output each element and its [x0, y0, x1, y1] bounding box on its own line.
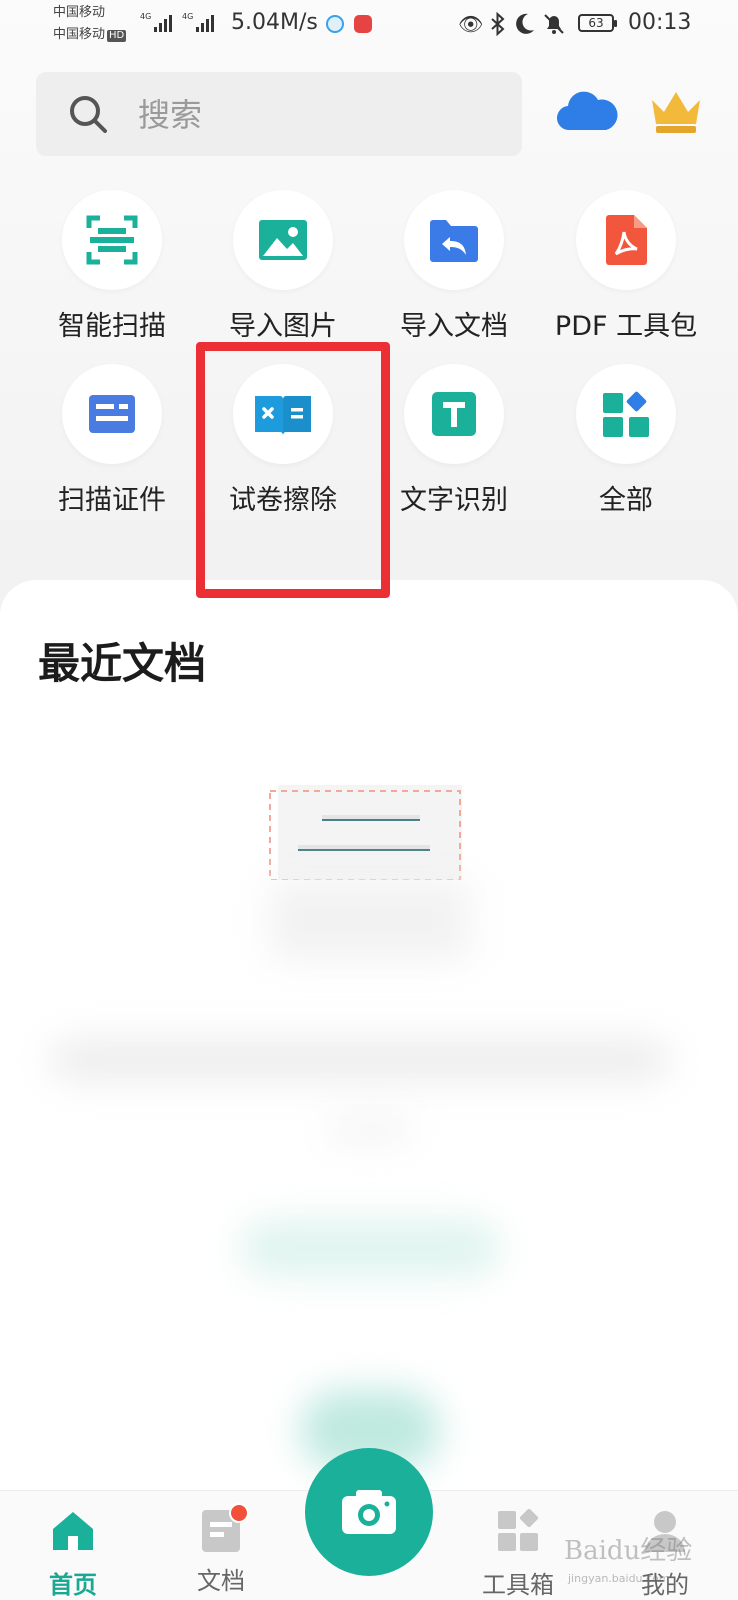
baidu-watermark-url: jingyan.baidu.com [568, 1572, 670, 1585]
nav-home-label: 首页 [49, 1571, 97, 1599]
all-apps-icon [603, 391, 649, 437]
notification-badge [229, 1503, 249, 1523]
camera-icon [342, 1490, 396, 1534]
nav-toolbox-label: 工具箱 [482, 1571, 554, 1599]
nav-toolbox[interactable]: 工具箱 [458, 1491, 578, 1600]
pdf-icon [606, 215, 647, 265]
baidu-watermark: Baidu经验 [564, 1536, 693, 1566]
document-nav-icon [199, 1503, 249, 1553]
text-recognition-icon [432, 392, 476, 436]
status-bar: 中国移动 中国移动 HD 4G 4G 5.04M/s 👁 63 00:13 [0, 0, 738, 50]
feature-all[interactable]: 全部 [541, 364, 711, 517]
nav-documents-label: 文档 [197, 1567, 245, 1595]
feature-import-doc-circle [404, 190, 504, 290]
search-icon [70, 96, 107, 133]
feature-smart-scan[interactable]: 智能扫描 [27, 190, 197, 343]
feature-pdf-tools[interactable]: PDF 工具包 [541, 190, 711, 343]
cloud-sync-icon[interactable] [556, 86, 618, 134]
feature-all-circle [576, 364, 676, 464]
hd-badge: HD [107, 30, 127, 42]
mute-bell-icon [542, 12, 566, 41]
blurred-button [240, 1220, 500, 1276]
recent-documents-panel: 最近文档 [0, 580, 738, 1600]
feature-label: 文字识别 [400, 485, 508, 516]
feature-id-scan[interactable]: 扫描证件 [27, 364, 197, 517]
browser-notification-icon [326, 15, 344, 33]
vip-crown-icon[interactable] [648, 86, 704, 136]
feature-import-image-circle [233, 190, 333, 290]
carrier-1: 中国移动 [53, 5, 106, 20]
home-icon [53, 1512, 93, 1550]
eye-icon: 👁 [458, 12, 484, 36]
reader-notification-icon [354, 15, 372, 33]
feature-label: 全部 [599, 485, 653, 516]
blurred-area [270, 880, 470, 960]
recent-documents-title: 最近文档 [38, 639, 207, 688]
nav-home[interactable]: 首页 [13, 1491, 133, 1600]
highlight-box [196, 342, 390, 598]
blurred-text-line [330, 1120, 410, 1140]
search-bar[interactable] [36, 72, 522, 158]
signal-icon-2: 4G [182, 12, 215, 32]
signal-icon: 4G [140, 12, 173, 32]
network-speed: 5.04M/s [231, 10, 318, 35]
feature-import-image[interactable]: 导入图片 [198, 190, 368, 343]
feature-label: PDF 工具包 [554, 311, 698, 342]
feature-label: 导入图片 [229, 311, 337, 342]
toolbox-icon [498, 1508, 539, 1551]
carrier-2-label: 中国移动 [53, 27, 106, 42]
empty-document-illustration [269, 785, 462, 880]
feature-import-doc[interactable]: 导入文档 [369, 190, 539, 343]
network-type-1: 4G [140, 12, 152, 21]
id-card-icon [89, 395, 135, 433]
bluetooth-icon [490, 11, 506, 41]
blurred-text-line [50, 1040, 670, 1080]
camera-button[interactable] [305, 1448, 433, 1576]
feature-text-recognition[interactable]: 文字识别 [369, 364, 539, 517]
scan-icon [86, 215, 138, 265]
feature-label: 智能扫描 [58, 311, 166, 342]
image-icon [259, 220, 307, 260]
battery-indicator: 63 [578, 14, 617, 32]
feature-id-scan-circle [62, 364, 162, 464]
moon-icon [514, 12, 536, 41]
carrier-2: 中国移动 HD [53, 27, 127, 43]
search-input[interactable] [136, 72, 500, 158]
feature-label: 导入文档 [400, 311, 508, 342]
clock: 00:13 [628, 10, 692, 35]
feature-text-recognition-circle [404, 364, 504, 464]
app-screen: 中国移动 中国移动 HD 4G 4G 5.04M/s 👁 63 00:13 搜索… [0, 0, 738, 1600]
folder-import-icon [430, 220, 478, 262]
nav-documents[interactable]: 文档 [161, 1491, 281, 1596]
feature-smart-scan-circle [62, 190, 162, 290]
feature-pdf-tools-circle [576, 190, 676, 290]
network-type-2: 4G [182, 12, 194, 21]
feature-label: 扫描证件 [58, 485, 166, 516]
